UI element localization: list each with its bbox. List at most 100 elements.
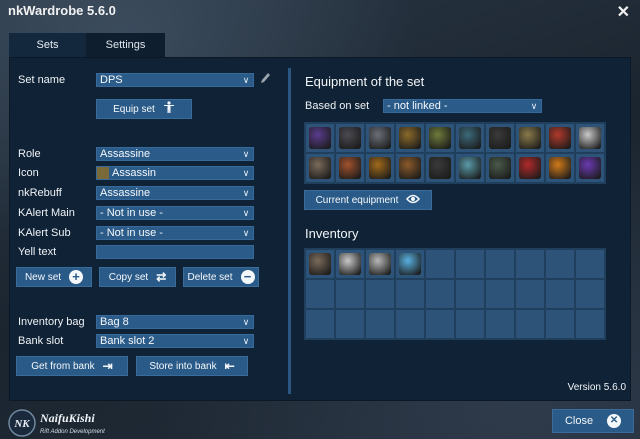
based-on-dropdown[interactable]: - not linked - ∨ [383, 99, 542, 113]
item-slot[interactable] [546, 250, 574, 278]
role-dropdown[interactable]: Assassine ∨ [96, 147, 254, 161]
item-slot[interactable] [396, 310, 424, 338]
item-slot[interactable] [486, 310, 514, 338]
item-slot[interactable] [336, 310, 364, 338]
bag-label: Inventory bag [18, 316, 85, 328]
inventory-title: Inventory [305, 226, 359, 241]
item-slot[interactable] [306, 250, 334, 278]
item-slot[interactable] [426, 250, 454, 278]
item-slot[interactable] [366, 154, 394, 182]
item-slot[interactable] [486, 280, 514, 308]
item-slot[interactable] [426, 154, 454, 182]
item-slot[interactable] [366, 124, 394, 152]
item-slot[interactable] [396, 280, 424, 308]
get-from-bank-button[interactable]: Get from bank ⇥ [16, 356, 128, 376]
belt-icon [459, 127, 481, 149]
item-slot[interactable] [546, 154, 574, 182]
item-slot[interactable] [336, 154, 364, 182]
item-slot[interactable] [306, 310, 334, 338]
item-slot[interactable] [516, 250, 544, 278]
copy-set-button[interactable]: Copy set ⇄ [99, 267, 176, 287]
glove-icon [399, 127, 421, 149]
current-equipment-button[interactable]: Current equipment [304, 190, 432, 210]
kalert-sub-value: - Not in use - [100, 227, 163, 239]
axe-icon [309, 157, 331, 179]
repeat-icon: ⇄ [156, 270, 167, 284]
tab-settings[interactable]: Settings [86, 33, 165, 57]
delete-set-label: Delete set [187, 271, 233, 283]
close-icon[interactable]: ✕ [617, 2, 630, 22]
naifukishi-logo: NK NaifuKishi Rift Addon Development [8, 408, 118, 439]
item-slot[interactable] [366, 250, 394, 278]
close-label: Close [564, 415, 594, 427]
item-slot[interactable] [426, 280, 454, 308]
item-slot[interactable] [546, 124, 574, 152]
blade-icon [579, 127, 601, 149]
set-name-dropdown[interactable]: DPS ∨ [96, 73, 254, 87]
kalert-main-label: KAlert Main [18, 207, 75, 219]
store-into-bank-button[interactable]: Store into bank ⇤ [136, 356, 248, 376]
item-slot[interactable] [396, 250, 424, 278]
ring-icon [369, 157, 391, 179]
chevron-down-icon: ∨ [242, 75, 250, 85]
item-slot[interactable] [546, 280, 574, 308]
delete-set-button[interactable]: Delete set − [183, 267, 259, 287]
item-slot[interactable] [486, 124, 514, 152]
chevron-down-icon: ∨ [242, 188, 250, 198]
item-slot[interactable] [516, 280, 544, 308]
item-slot[interactable] [456, 280, 484, 308]
item-slot[interactable] [546, 310, 574, 338]
icon-dropdown[interactable]: Assassin ∨ [96, 166, 254, 180]
equip-set-button[interactable]: Equip set [96, 99, 192, 119]
item-slot[interactable] [366, 310, 394, 338]
item-slot[interactable] [456, 124, 484, 152]
kalert-sub-label: KAlert Sub [18, 227, 71, 239]
rebuff-dropdown[interactable]: Assassine ∨ [96, 186, 254, 200]
kalert-main-dropdown[interactable]: - Not in use - ∨ [96, 206, 254, 220]
item-slot[interactable] [306, 154, 334, 182]
item-slot[interactable] [366, 280, 394, 308]
pencil-icon[interactable] [259, 71, 271, 85]
kalert-sub-dropdown[interactable]: - Not in use - ∨ [96, 226, 254, 240]
item-slot[interactable] [336, 250, 364, 278]
item-slot[interactable] [486, 250, 514, 278]
bracer-icon [339, 127, 361, 149]
item-slot[interactable] [336, 280, 364, 308]
item-slot[interactable] [306, 124, 334, 152]
item-slot[interactable] [516, 310, 544, 338]
chevron-down-icon: ∨ [242, 208, 250, 218]
item-slot[interactable] [426, 124, 454, 152]
plus-icon: + [69, 270, 84, 284]
item-slot[interactable] [576, 124, 604, 152]
item-slot[interactable] [486, 154, 514, 182]
item-slot[interactable] [576, 310, 604, 338]
bag-dropdown[interactable]: Bag 8 ∨ [96, 315, 254, 329]
icon-value: Assassin [112, 167, 157, 179]
yell-input[interactable] [96, 245, 254, 259]
item-slot[interactable] [456, 250, 484, 278]
tab-sets[interactable]: Sets [9, 33, 86, 57]
item-slot[interactable] [456, 310, 484, 338]
item-slot[interactable] [306, 280, 334, 308]
boot-icon [519, 127, 541, 149]
sign-out-icon: ⇥ [102, 359, 113, 373]
dagger-icon [429, 127, 451, 149]
role-label: Role [18, 148, 41, 160]
chevron-down-icon: ∨ [242, 317, 250, 327]
item-slot[interactable] [576, 250, 604, 278]
close-button[interactable]: Close ✕ [552, 409, 634, 433]
item-slot[interactable] [396, 124, 424, 152]
item-slot[interactable] [426, 310, 454, 338]
new-set-button[interactable]: New set + [16, 267, 92, 287]
item-slot[interactable] [396, 154, 424, 182]
item-slot[interactable] [456, 154, 484, 182]
item-slot[interactable] [576, 280, 604, 308]
gem-red-icon [519, 157, 541, 179]
item-slot[interactable] [576, 154, 604, 182]
chevron-down-icon: ∨ [242, 149, 250, 159]
item-slot[interactable] [516, 154, 544, 182]
item-slot[interactable] [516, 124, 544, 152]
bank-slot-dropdown[interactable]: Bank slot 2 ∨ [96, 334, 254, 348]
scimitar-icon [339, 157, 361, 179]
item-slot[interactable] [336, 124, 364, 152]
